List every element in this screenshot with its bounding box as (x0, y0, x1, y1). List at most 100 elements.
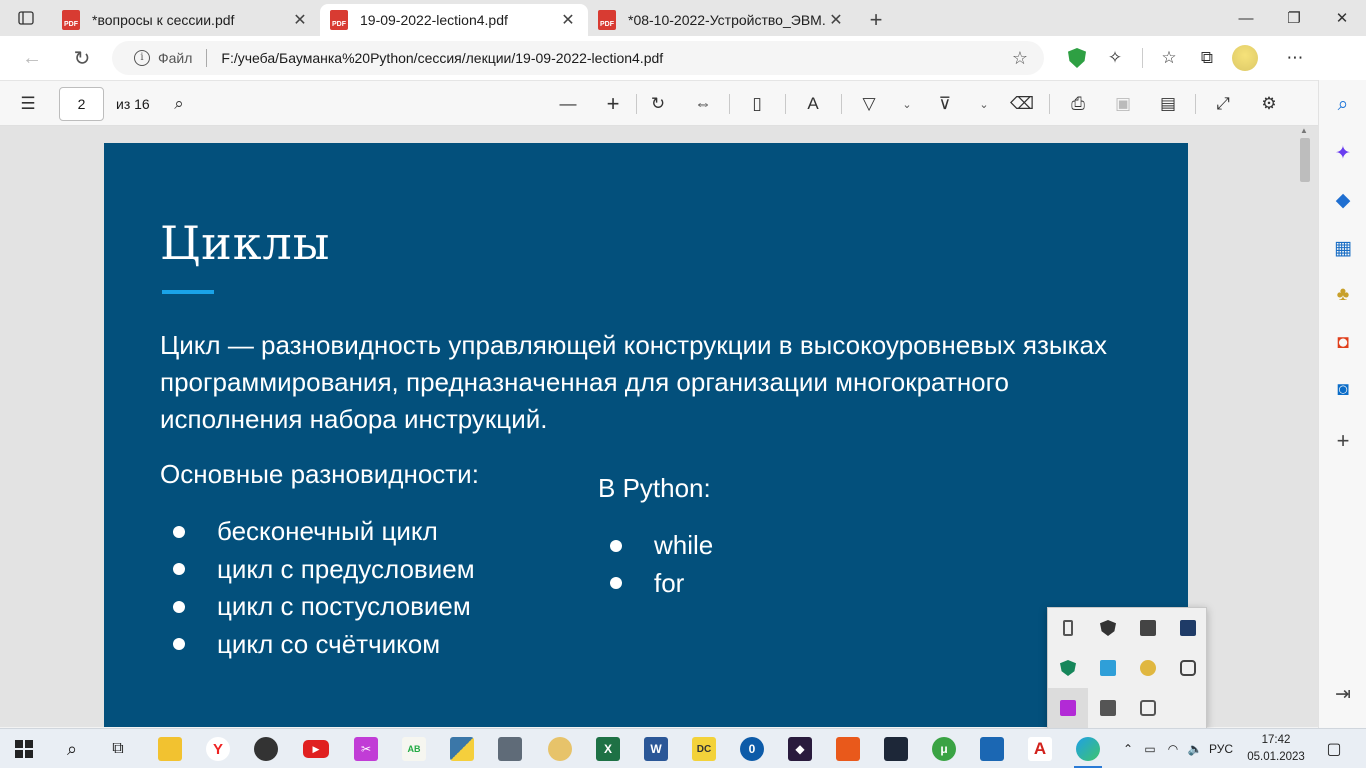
vertical-scrollbar[interactable]: ▲ (1297, 126, 1314, 727)
highlight-button[interactable]: ⊽ (932, 81, 958, 127)
close-window-button[interactable]: ✕ (1318, 0, 1366, 36)
print-button[interactable]: ⎙ (1065, 81, 1091, 127)
scroll-up-icon[interactable]: ▲ (1300, 126, 1308, 135)
divider (1195, 94, 1196, 114)
add-favorite-icon[interactable]: ☆ (1012, 48, 1028, 69)
tray-overflow-popup (1047, 607, 1207, 729)
foxit-icon[interactable] (826, 729, 870, 768)
draw-button[interactable]: ▽ (856, 81, 882, 127)
edge-icon[interactable] (1066, 729, 1110, 768)
close-icon[interactable]: ✕ (290, 10, 310, 30)
battery-icon[interactable]: ▭ (1138, 742, 1162, 756)
save-button[interactable]: ▣ (1110, 81, 1136, 127)
zoom-in-button[interactable]: + (600, 81, 626, 127)
favorites-button[interactable]: ☆ (1150, 36, 1188, 80)
usb-icon[interactable] (1048, 608, 1088, 648)
settings-menu-button[interactable]: ⋯ (1276, 36, 1314, 80)
back-button[interactable]: ← (12, 36, 52, 80)
erase-button[interactable]: ⌫ (1009, 81, 1035, 127)
close-icon[interactable]: ✕ (558, 10, 578, 30)
save-as-button[interactable]: ▤ (1155, 81, 1181, 127)
python-icon[interactable] (440, 729, 484, 768)
contents-button[interactable]: ☰ (14, 81, 42, 127)
task-view-icon[interactable]: ⧉ (96, 729, 140, 768)
dc-icon[interactable]: DC (682, 729, 726, 768)
tray-purple-app-icon[interactable] (1048, 688, 1088, 728)
printer-icon[interactable] (1128, 688, 1168, 728)
info-icon[interactable]: i (134, 50, 150, 66)
hand-icon[interactable] (1128, 648, 1168, 688)
zoom-out-button[interactable]: — (555, 81, 581, 127)
fullscreen-button[interactable]: ⤢ (1210, 81, 1236, 127)
hide-sidebar-icon[interactable]: ⇥ (1330, 681, 1356, 707)
draw-options-button[interactable]: ⌄ (898, 81, 916, 127)
sync-icon[interactable] (1088, 648, 1128, 688)
windows-start-icon[interactable] (2, 729, 46, 768)
display-icon[interactable] (1168, 608, 1208, 648)
copilot-sparkle-icon[interactable]: ✦ (1330, 140, 1356, 166)
extensions-button[interactable]: ✧ (1096, 36, 1134, 80)
restore-button[interactable]: ❐ (1270, 0, 1318, 36)
outlook-icon[interactable]: ◙ (1330, 377, 1356, 403)
defender-warning-icon[interactable] (1088, 608, 1128, 648)
games-icon[interactable]: ♣ (1330, 282, 1356, 308)
notification-icon[interactable]: ▢ (1312, 729, 1356, 768)
security-icon[interactable] (1048, 648, 1088, 688)
tab-2[interactable]: PDF 19-09-2022-lection4.pdf ✕ (320, 4, 588, 36)
scrollbar-thumb[interactable] (1300, 138, 1310, 182)
abbyy-lingvo-icon[interactable]: AB (392, 729, 436, 768)
tray-app-icon[interactable] (1128, 608, 1168, 648)
inkscape-icon[interactable] (244, 729, 288, 768)
favorites-icon: ☆ (1161, 48, 1177, 67)
tools-icon[interactable]: ▦ (1330, 235, 1356, 261)
screen-icon[interactable] (874, 729, 918, 768)
add-sidebar-app-icon[interactable]: + (1330, 428, 1356, 454)
clock[interactable]: 17:42 05.01.2023 (1244, 732, 1308, 766)
volume-icon[interactable]: 🔈 (1184, 742, 1206, 756)
browser-actions: ✧ ☆ ⧉ ⋯ (1058, 36, 1314, 80)
calculator-icon[interactable] (488, 729, 532, 768)
refresh-button[interactable]: ↻ (62, 36, 102, 80)
excel-icon[interactable]: X (586, 729, 630, 768)
rotate-button[interactable]: ↻ (645, 81, 671, 127)
new-tab-button[interactable]: + (856, 4, 896, 36)
monitor-icon[interactable] (1088, 688, 1128, 728)
yandex-browser-icon[interactable]: Y (196, 729, 240, 768)
page-number-input[interactable]: 2 (59, 87, 104, 121)
obsidian-icon[interactable]: ◆ (778, 729, 822, 768)
youtube-icon[interactable]: ▶ (294, 729, 338, 768)
tab-3[interactable]: PDF *08-10-2022-Устройство_ЭВМ.p ✕ (588, 4, 856, 36)
office-icon[interactable]: ◘ (1330, 330, 1356, 356)
highlight-options-button[interactable]: ⌄ (975, 81, 993, 127)
adblock-button[interactable] (1058, 36, 1096, 80)
url-field[interactable]: i Файл F:/учеба/Бауманка%20Python/сессия… (112, 41, 1044, 75)
snipping-icon[interactable]: ✂ (344, 729, 388, 768)
shopping-tag-icon[interactable]: ◆ (1330, 187, 1356, 213)
virtualbox-icon[interactable] (970, 729, 1014, 768)
collections-button[interactable]: ⧉ (1188, 36, 1226, 80)
read-aloud-button[interactable]: A (800, 81, 826, 127)
search-icon[interactable]: ⌕ (1330, 92, 1356, 118)
find-button[interactable]: ⌕ (166, 81, 192, 127)
acrobat-icon[interactable]: A (1018, 729, 1062, 768)
language-indicator[interactable]: РУС (1206, 742, 1236, 756)
tray-tool-icon[interactable] (1168, 648, 1208, 688)
utorrent-icon[interactable]: μ (922, 729, 966, 768)
search-icon[interactable]: ⌕ (50, 729, 94, 768)
pdf-settings-button[interactable]: ⚙ (1256, 81, 1282, 127)
close-icon[interactable]: ✕ (826, 10, 846, 30)
wifi-icon[interactable]: ◠ (1162, 742, 1184, 756)
paint-icon[interactable] (538, 729, 582, 768)
app-icon[interactable]: 0 (730, 729, 774, 768)
tab-1[interactable]: PDF *вопросы к сессии.pdf ✕ (52, 4, 320, 36)
profile-button[interactable] (1226, 36, 1264, 80)
file-explorer-icon[interactable] (148, 729, 192, 768)
taskbar: ⌕ ⧉ Y ▶ ✂ AB X W DC 0 ◆ μ A ⌃ ▭ ◠ 🔈 РУС … (0, 728, 1366, 768)
rotate-icon: ↻ (650, 94, 666, 113)
fit-width-button[interactable]: ⇔ (690, 81, 716, 127)
word-icon[interactable]: W (634, 729, 678, 768)
tab-actions-button[interactable] (0, 0, 52, 36)
chevron-up-icon[interactable]: ⌃ (1118, 742, 1138, 756)
page-view-button[interactable]: ▯ (744, 81, 770, 127)
minimize-button[interactable]: — (1222, 0, 1270, 36)
